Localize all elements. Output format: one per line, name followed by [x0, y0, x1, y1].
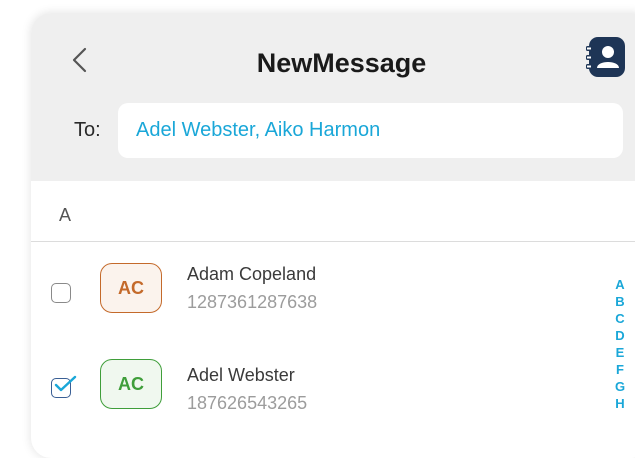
contact-name: Adam Copeland — [187, 264, 317, 284]
alpha-index-letter[interactable]: G — [615, 378, 625, 395]
alpha-index-letter[interactable]: C — [615, 310, 624, 327]
contact-name: Adel Webster — [187, 365, 295, 385]
avatar: AC — [100, 359, 162, 409]
contact-row[interactable]: AC Adam Copeland 1287361287638 — [31, 258, 635, 338]
header: NewMessage To: — [31, 13, 635, 181]
avatar: AC — [100, 263, 162, 313]
alpha-index-letter[interactable]: F — [616, 361, 624, 378]
new-message-panel: NewMessage To: A AC Adam Copeland 128736… — [31, 13, 635, 458]
section-letter: A — [59, 205, 72, 225]
contacts-button[interactable] — [585, 35, 627, 79]
contact-phone: 187626543265 — [187, 393, 308, 413]
contacts-book-icon — [586, 37, 625, 77]
alpha-index-letter[interactable]: B — [615, 293, 624, 310]
recipients-field[interactable] — [118, 103, 623, 158]
contact-phone: 1287361287638 — [187, 292, 318, 312]
alphabet-index[interactable]: A B C D E F G H — [613, 276, 627, 412]
contact-checkbox[interactable] — [51, 375, 77, 398]
contact-checkbox[interactable] — [51, 283, 71, 303]
alpha-index-letter[interactable]: H — [615, 395, 624, 412]
section-header: A — [31, 181, 635, 242]
contact-row[interactable]: AC Adel Webster 187626543265 — [31, 353, 635, 433]
to-label: To: — [74, 119, 101, 141]
alpha-index-letter[interactable]: D — [615, 327, 624, 344]
page-title: NewMessage — [256, 48, 427, 78]
alpha-index-letter[interactable]: A — [615, 276, 624, 293]
alpha-index-letter[interactable]: E — [616, 344, 625, 361]
checkmark-icon — [54, 375, 77, 392]
